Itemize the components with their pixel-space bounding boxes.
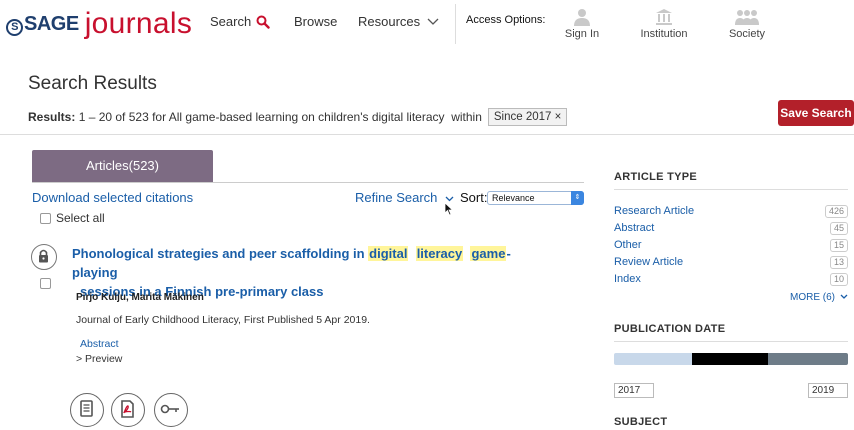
pdf-icon (121, 400, 134, 418)
highlight-term: literacy (415, 246, 464, 261)
journals-logo-text: journals (84, 7, 193, 40)
sage-circle-icon: S (6, 18, 23, 36)
subject-heading: SUBJECT (614, 416, 668, 428)
filter-count: 10 (829, 273, 848, 286)
full-text-button[interactable] (70, 393, 104, 427)
sage-logo-text: S SAGE (6, 13, 79, 36)
tab-underline (32, 182, 584, 183)
select-all-checkbox[interactable]: Select all (40, 211, 105, 225)
key-icon (160, 404, 179, 414)
filter-chip-since-2017[interactable]: Since 2017 × (487, 108, 568, 126)
select-all-label: Select all (56, 211, 105, 225)
divider (614, 189, 848, 190)
year-to-input[interactable]: 2019 (808, 383, 848, 398)
year-from-input[interactable]: 2017 (614, 383, 654, 398)
full-text-icon (80, 400, 93, 417)
slider-range (692, 353, 768, 365)
nav-search-label: Search (210, 14, 252, 29)
lock-icon (39, 249, 48, 263)
access-key-button[interactable] (154, 393, 188, 427)
article-checkbox[interactable] (40, 278, 51, 289)
filter-abstract[interactable]: Abstract 45 (614, 222, 848, 235)
filter-index[interactable]: Index 10 (614, 273, 848, 286)
site-header: S SAGE journals Search Browse Resources A… (0, 0, 854, 50)
filter-count: 13 (829, 256, 848, 269)
article-journal-info: Journal of Early Childhood Literacy, Fir… (76, 314, 370, 326)
filter-research-article[interactable]: Research Article 426 (614, 205, 848, 218)
more-types-link[interactable]: MORE (6) (790, 292, 848, 303)
within-label: within (451, 110, 482, 124)
filter-count: 45 (829, 222, 848, 235)
divider (0, 134, 854, 135)
filter-review-article[interactable]: Review Article 13 (614, 256, 848, 269)
filter-label: Index (614, 273, 641, 285)
results-summary: Results: 1 – 20 of 523 for All game-base… (28, 108, 568, 126)
society-icon (735, 10, 759, 25)
refine-search-toggle[interactable]: Refine Search (355, 190, 454, 205)
pdf-button[interactable] (111, 393, 145, 427)
chevron-down-icon (840, 294, 848, 299)
access-lock-icon (31, 244, 57, 270)
preview-toggle[interactable]: > Preview (76, 353, 122, 365)
article-type-heading: ARTICLE TYPE (614, 171, 698, 183)
select-arrows-icon: ⇕ (571, 191, 584, 205)
person-icon (574, 9, 590, 26)
nav-resources[interactable]: Resources (358, 14, 439, 29)
mouse-cursor-icon (444, 202, 454, 216)
nav-search[interactable]: Search (210, 14, 270, 29)
nav-browse[interactable]: Browse (294, 14, 337, 29)
access-options-label: Access Options: (466, 14, 546, 26)
download-citations-link[interactable]: Download selected citations (32, 190, 193, 205)
filter-label: Other (614, 239, 642, 251)
slider-track-right (768, 353, 848, 365)
publication-date-heading: PUBLICATION DATE (614, 323, 726, 335)
filter-label: Research Article (614, 205, 695, 217)
slider-track-left (614, 353, 692, 365)
article-authors: Pirjo Kulju, Marita Mäkinen (76, 292, 204, 303)
sage-journals-logo[interactable]: S SAGE journals (6, 4, 192, 44)
highlight-term: digital (368, 246, 409, 261)
sort-value: Relevance (492, 193, 535, 203)
page-title: Search Results (28, 73, 157, 94)
institution-icon (656, 9, 672, 25)
sort-select[interactable]: Relevance ⇕ (487, 191, 584, 205)
sign-in-label: Sign In (564, 28, 600, 40)
filter-other[interactable]: Other 15 (614, 239, 848, 252)
sign-in-link[interactable]: Sign In (547, 8, 617, 40)
header-divider (455, 4, 456, 44)
more-label: MORE (6) (790, 292, 835, 303)
checkbox[interactable] (40, 212, 51, 224)
filter-count: 426 (824, 205, 848, 218)
institution-link[interactable]: Institution (629, 8, 699, 40)
search-icon (256, 15, 270, 29)
society-link[interactable]: Society (712, 8, 782, 40)
chevron-down-icon (427, 18, 439, 25)
filter-count: 15 (829, 239, 848, 252)
highlight-term: game (470, 246, 507, 261)
filter-label: Abstract (614, 222, 655, 234)
divider (614, 341, 848, 342)
filter-label: Review Article (614, 256, 684, 268)
date-range-slider[interactable] (614, 353, 848, 365)
sort-label: Sort: (460, 190, 488, 205)
society-label: Society (728, 28, 766, 40)
refine-search-label: Refine Search (355, 190, 438, 205)
nav-resources-label: Resources (358, 14, 421, 29)
results-prefix: Results: (28, 110, 76, 124)
nav-browse-label: Browse (294, 14, 338, 29)
title-text: Phonological strategies and peer scaffol… (72, 246, 369, 261)
institution-label: Institution (640, 28, 688, 40)
save-search-button[interactable]: Save Search (778, 100, 854, 126)
abstract-link[interactable]: Abstract (80, 338, 119, 350)
tab-articles[interactable]: Articles(523) (32, 150, 213, 182)
results-query: 1 – 20 of 523 for All game-based learnin… (78, 110, 445, 124)
